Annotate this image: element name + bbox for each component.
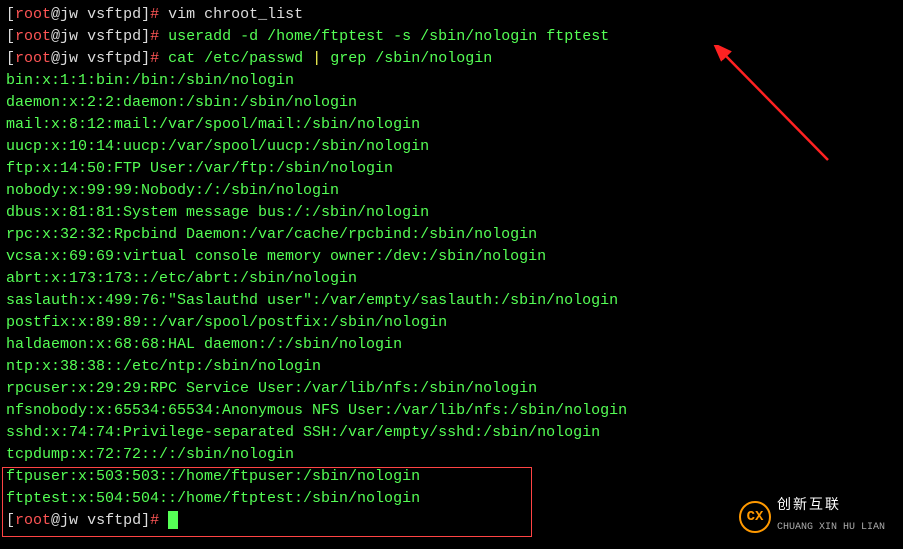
- output-line: daemon:x:2:2:daemon:/sbin:/sbin/nologin: [6, 92, 897, 114]
- output-line: nobody:x:99:99:Nobody:/:/sbin/nologin: [6, 180, 897, 202]
- prompt-idle[interactable]: [root@jw vsftpd]#: [6, 510, 897, 532]
- output-line: ftp:x:14:50:FTP User:/var/ftp:/sbin/nolo…: [6, 158, 897, 180]
- output-line: nfsnobody:x:65534:65534:Anonymous NFS Us…: [6, 400, 897, 422]
- output-line: ftpuser:x:503:503::/home/ftpuser:/sbin/n…: [6, 466, 897, 488]
- command-line-1: [root@jw vsftpd]# vim chroot_list: [6, 4, 897, 26]
- output-line: abrt:x:173:173::/etc/abrt:/sbin/nologin: [6, 268, 897, 290]
- output-line: uucp:x:10:14:uucp:/var/spool/uucp:/sbin/…: [6, 136, 897, 158]
- output-line: rpcuser:x:29:29:RPC Service User:/var/li…: [6, 378, 897, 400]
- output-line: sshd:x:74:74:Privilege-separated SSH:/va…: [6, 422, 897, 444]
- output-line: bin:x:1:1:bin:/bin:/sbin/nologin: [6, 70, 897, 92]
- command-line-3: [root@jw vsftpd]# cat /etc/passwd | grep…: [6, 48, 897, 70]
- output-line: postfix:x:89:89::/var/spool/postfix:/sbi…: [6, 312, 897, 334]
- output-line: ntp:x:38:38::/etc/ntp:/sbin/nologin: [6, 356, 897, 378]
- output-line: tcpdump:x:72:72::/:/sbin/nologin: [6, 444, 897, 466]
- terminal-output[interactable]: [root@jw vsftpd]# vim chroot_list [root@…: [6, 4, 897, 532]
- output-line: haldaemon:x:68:68:HAL daemon:/:/sbin/nol…: [6, 334, 897, 356]
- cursor-icon: [168, 511, 178, 529]
- output-line: mail:x:8:12:mail:/var/spool/mail:/sbin/n…: [6, 114, 897, 136]
- output-line: ftptest:x:504:504::/home/ftptest:/sbin/n…: [6, 488, 897, 510]
- output-line: vcsa:x:69:69:virtual console memory owne…: [6, 246, 897, 268]
- output-line: dbus:x:81:81:System message bus:/:/sbin/…: [6, 202, 897, 224]
- output-line: saslauth:x:499:76:"Saslauthd user":/var/…: [6, 290, 897, 312]
- command-line-2: [root@jw vsftpd]# useradd -d /home/ftpte…: [6, 26, 897, 48]
- output-line: rpc:x:32:32:Rpcbind Daemon:/var/cache/rp…: [6, 224, 897, 246]
